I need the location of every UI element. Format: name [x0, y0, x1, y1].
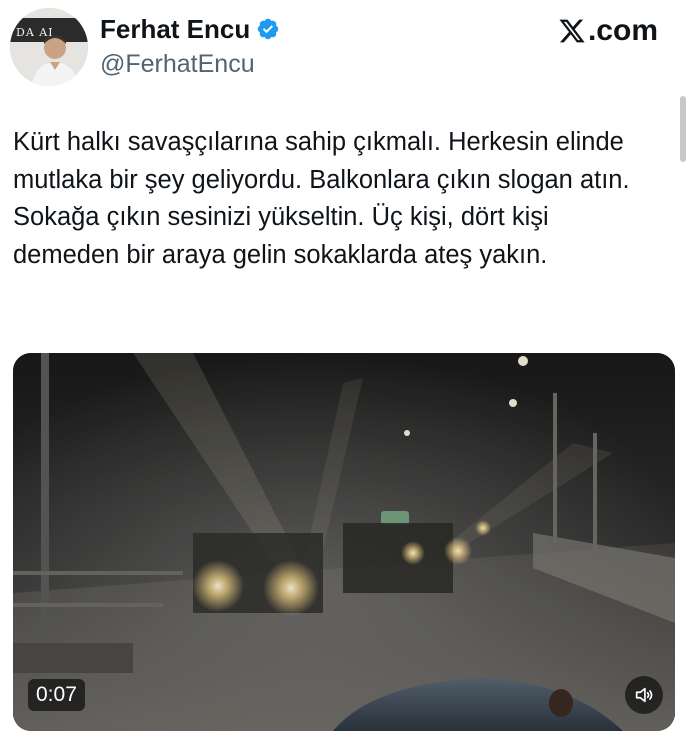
brand-domain-label: .com — [587, 14, 658, 47]
tweet-card: DA AI Ferhat Encu @FerhatEncu .com Kürt … — [0, 0, 686, 745]
tweet-text: Kürt halkı savaşçılarına sahip çıkmalı. … — [13, 128, 630, 269]
tweet-header: DA AI Ferhat Encu @FerhatEncu .com — [0, 0, 686, 100]
avatar[interactable]: DA AI — [10, 8, 88, 86]
x-com-brand: .com — [558, 14, 658, 48]
mute-toggle-button[interactable] — [625, 676, 663, 714]
author-name-row: Ferhat Encu — [100, 14, 280, 44]
verified-badge-icon — [258, 18, 279, 40]
scrollbar-thumb[interactable] — [680, 96, 686, 162]
speaker-icon — [635, 687, 653, 703]
author-display-name[interactable]: Ferhat Encu — [100, 14, 250, 44]
x-logo-icon — [559, 19, 585, 43]
avatar-logo-text: DA AI — [16, 26, 54, 39]
video-player[interactable]: 0:07 — [13, 353, 675, 731]
video-frame — [13, 353, 675, 731]
author-handle[interactable]: @FerhatEncu — [100, 49, 255, 79]
video-duration-badge: 0:07 — [28, 679, 85, 711]
